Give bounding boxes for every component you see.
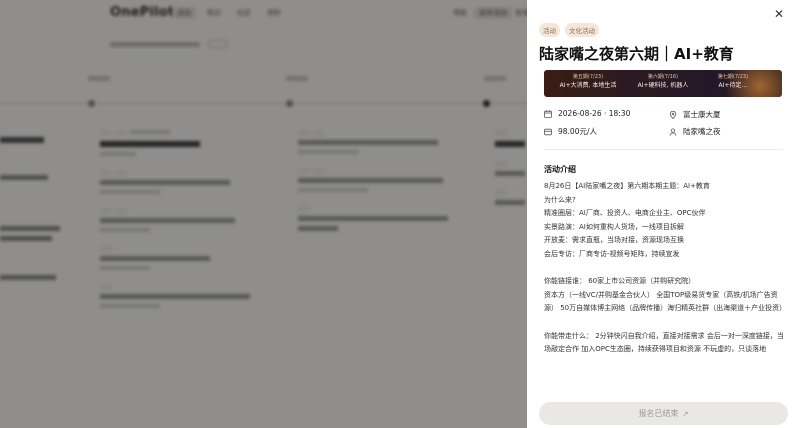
event-location: 富士康大厦 — [669, 109, 721, 120]
banner-period: 第五期(7/23) — [572, 74, 604, 80]
event-organizer-text: 陆家嘴之夜 — [683, 127, 721, 136]
description-line: 8月26日【AI陆家嘴之夜】第六期本期主题：AI+教育 — [544, 182, 710, 190]
description-line: 你能链接谁： 60家上市公司资源（并购研究院） — [544, 277, 696, 286]
banner-period: 第七期(7/23) — [717, 74, 749, 80]
calendar-icon — [544, 109, 552, 118]
user-icon — [669, 127, 677, 136]
event-tags: 活动 文化活动 — [539, 23, 599, 37]
signup-label: 报名已结束 — [638, 409, 679, 418]
event-location-text: 富士康大厦 — [683, 110, 721, 119]
event-banner-image: 第五期(7/23) AI+大消费, 本地生活 第六期(7/16) AI+硬科技,… — [544, 70, 782, 97]
event-datetime-text: 2026-08-26 · 18:30 — [558, 109, 631, 118]
event-title: 陆家嘴之夜第六期｜AI+教育 — [539, 45, 734, 63]
signup-button[interactable]: 报名已结束 ↗ — [539, 402, 788, 425]
event-price: 98.00元/人 — [544, 126, 597, 137]
external-link-icon: ↗ — [682, 410, 689, 418]
description-paragraph: 资本方（一线VC/并购基金合伙人） 全国TOP级易货专家（高铁/机场广告资源） … — [544, 290, 787, 313]
close-button[interactable]: ✕ — [772, 7, 786, 21]
close-icon: ✕ — [773, 7, 785, 21]
event-price-text: 98.00元/人 — [558, 127, 597, 136]
location-pin-icon — [669, 110, 677, 119]
banner-theme: AI+硬科技, 机器人 — [637, 82, 689, 89]
description-line: 为什么来? — [544, 195, 576, 204]
divider — [544, 149, 783, 150]
event-tag: 文化活动 — [565, 23, 599, 37]
event-organizer: 陆家嘴之夜 — [669, 126, 721, 137]
section-title: 活动介绍 — [544, 165, 576, 174]
event-detail-drawer: ✕ 活动 文化活动 陆家嘴之夜第六期｜AI+教育 第五期(7/23) AI+大消… — [527, 0, 800, 428]
event-description: 8月26日【AI陆家嘴之夜】第六期本期主题：AI+教育 为什么来? 精准圈层：A… — [544, 180, 787, 357]
description-line: 精准圈层：AI厂商、投资人、电商企业主、OPC伙伴 — [544, 209, 706, 218]
banner-theme: AI+待定… — [718, 82, 748, 89]
ticket-icon — [544, 128, 552, 136]
description-line: 会后专访：厂商专访-视频号矩阵，持续宣发 — [544, 249, 680, 258]
event-datetime: 2026-08-26 · 18:30 — [544, 109, 630, 118]
description-line: 实景路演：AI如何重构人货场，一线项目拆解 — [544, 222, 684, 231]
description-line: 开放麦：需求直瓶，当场对接，资源现场互换 — [544, 236, 684, 245]
banner-period: 第六期(7/16) — [647, 74, 679, 80]
event-tag: 活动 — [539, 23, 560, 37]
description-paragraph: 你能带走什么： 2分钟快闪自我介绍，直接对接需求 会后一对一深度链接，当场敲定合… — [544, 331, 784, 354]
banner-theme: AI+大消费, 本地生活 — [559, 82, 617, 89]
